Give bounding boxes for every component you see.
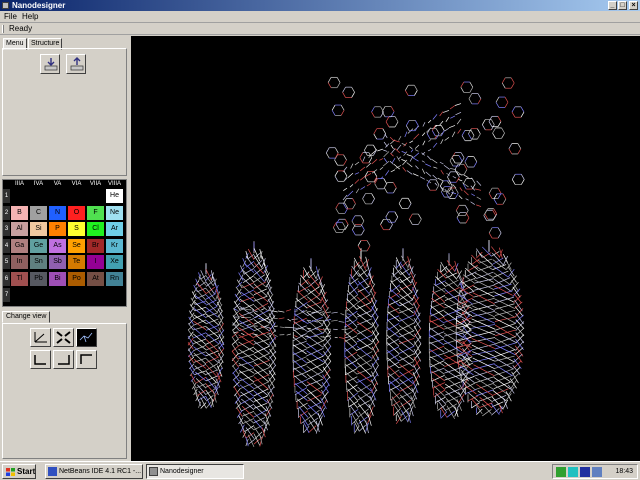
element-ne[interactable]: Ne — [106, 205, 123, 220]
connection-icon[interactable] — [568, 467, 578, 477]
element-as[interactable]: As — [49, 238, 66, 253]
move-arrows-icon — [56, 331, 71, 344]
period-label: 3 — [3, 222, 10, 236]
group-header: VIA — [71, 181, 82, 187]
element-i[interactable]: I — [87, 255, 104, 269]
element-br[interactable]: Br — [87, 238, 104, 253]
corner-top-icon — [80, 354, 92, 364]
upload-button[interactable] — [66, 54, 86, 74]
period-label: 4 — [3, 238, 10, 253]
periodic-table: IIIA IVA VA VIA VIIA VIIIA 1 2 3 4 5 6 7 He B C N O F Ne Al S… — [2, 179, 127, 307]
nanodesigner-icon — [149, 467, 158, 476]
element-at[interactable]: At — [87, 271, 104, 286]
period-label: 6 — [3, 271, 10, 286]
change-view-panel — [2, 323, 127, 459]
element-te[interactable]: Te — [68, 255, 85, 269]
view-top-button[interactable] — [76, 350, 97, 369]
view-side-button[interactable] — [53, 350, 74, 369]
molecule-viewport[interactable] — [131, 36, 640, 461]
element-bi[interactable]: Bi — [49, 271, 66, 286]
element-he[interactable]: He — [106, 189, 123, 203]
view-preview-button[interactable] — [76, 328, 97, 347]
view-front-button[interactable] — [30, 350, 51, 369]
netbeans-icon — [48, 467, 57, 476]
element-c[interactable]: C — [30, 205, 47, 220]
task-netbeans[interactable]: NetBeans IDE 4.1 RC1 -... — [45, 464, 143, 479]
element-ga[interactable]: Ga — [11, 238, 28, 253]
tray-app-icon[interactable] — [580, 467, 590, 477]
element-s[interactable]: S — [68, 222, 85, 236]
group-header: VA — [53, 181, 62, 187]
element-si[interactable]: Si — [30, 222, 47, 236]
element-p[interactable]: P — [49, 222, 66, 236]
start-button[interactable]: Start — [2, 464, 36, 479]
taskbar: Start NetBeans IDE 4.1 RC1 -... Nanodesi… — [0, 461, 640, 480]
view-reset-button[interactable] — [53, 328, 74, 347]
windows-logo-icon — [6, 468, 15, 476]
start-label: Start — [17, 467, 36, 476]
group-header: VIIA — [89, 181, 102, 187]
download-button[interactable] — [40, 54, 60, 74]
element-pb[interactable]: Pb — [30, 271, 47, 286]
clock: 18:43 — [615, 468, 633, 475]
element-ge[interactable]: Ge — [30, 238, 47, 253]
element-se[interactable]: Se — [68, 238, 85, 253]
element-n[interactable]: N — [49, 205, 66, 220]
task-nanodesigner-label: Nanodesigner — [160, 468, 204, 475]
element-o[interactable]: O — [68, 205, 85, 220]
network-icon[interactable] — [556, 467, 566, 477]
period-label: 5 — [3, 255, 10, 269]
period-label: 2 — [3, 205, 10, 220]
upload-icon — [70, 57, 84, 71]
system-tray: 18:43 — [552, 464, 638, 479]
left-panel: Menu Structure IIIA IVA VA VIA VIIA VIIIA 1 2 3 4… — [0, 0, 130, 459]
element-in[interactable]: In — [11, 255, 28, 269]
element-rn[interactable]: Rn — [106, 271, 123, 286]
maximize-button[interactable]: □ — [618, 1, 627, 10]
molecule-preview-icon — [79, 332, 93, 343]
axes-icon — [34, 332, 47, 343]
group-header: IIIA — [14, 181, 24, 187]
element-al[interactable]: Al — [11, 222, 28, 236]
element-sb[interactable]: Sb — [49, 255, 66, 269]
period-label: 7 — [3, 288, 10, 302]
task-netbeans-label: NetBeans IDE 4.1 RC1 -... — [59, 468, 142, 475]
element-ar[interactable]: Ar — [106, 222, 123, 236]
element-po[interactable]: Po — [68, 271, 85, 286]
element-tl[interactable]: Tl — [11, 271, 28, 286]
nanostructure-render — [187, 76, 525, 448]
view-axes-button[interactable] — [30, 328, 51, 347]
element-sn[interactable]: Sn — [30, 255, 47, 269]
element-cl[interactable]: Cl — [87, 222, 104, 236]
minimize-button[interactable]: _ — [608, 1, 617, 10]
download-icon — [44, 58, 58, 71]
element-b[interactable]: B — [11, 205, 28, 220]
group-header: VIIIA — [107, 181, 121, 187]
wireframe-bonds — [187, 76, 525, 448]
period-label: 1 — [3, 189, 10, 203]
corner-side-icon — [58, 355, 70, 365]
element-kr[interactable]: Kr — [106, 238, 123, 253]
corner-front-icon — [34, 355, 46, 365]
volume-icon[interactable] — [592, 467, 602, 477]
element-f[interactable]: F — [87, 205, 104, 220]
tab-change-view[interactable]: Change view — [2, 311, 51, 323]
menu-panel — [2, 48, 127, 176]
task-nanodesigner[interactable]: Nanodesigner — [146, 464, 244, 479]
group-header: IVA — [33, 181, 44, 187]
close-button[interactable]: × — [629, 1, 638, 10]
element-xe[interactable]: Xe — [106, 255, 123, 269]
